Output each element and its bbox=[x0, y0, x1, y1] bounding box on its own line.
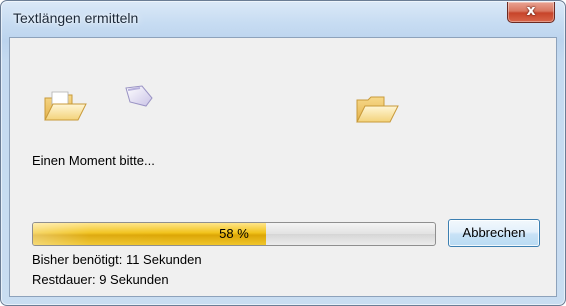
document-icon bbox=[125, 85, 153, 107]
progress-label: 58 % bbox=[219, 226, 249, 241]
folder-open-icon bbox=[44, 91, 87, 121]
cancel-button[interactable]: Abbrechen bbox=[448, 219, 540, 247]
window-title: Textlängen ermitteln bbox=[13, 10, 139, 26]
remaining-time: Restdauer: 9 Sekunden bbox=[32, 272, 169, 287]
dialog-body: Einen Moment bitte... 58 % Abbrechen Bis… bbox=[9, 37, 557, 297]
dialog-window: Textlängen ermitteln x Einen Moment bitt… bbox=[0, 0, 566, 306]
folder-open-icon bbox=[356, 96, 399, 123]
wait-message: Einen Moment bitte... bbox=[32, 153, 155, 168]
close-icon: x bbox=[526, 3, 536, 19]
close-button[interactable]: x bbox=[507, 2, 555, 23]
progress-bar: 58 % bbox=[32, 222, 436, 246]
elapsed-time: Bisher benötigt: 11 Sekunden bbox=[32, 252, 202, 267]
title-bar[interactable]: Textlängen ermitteln x bbox=[1, 1, 565, 35]
